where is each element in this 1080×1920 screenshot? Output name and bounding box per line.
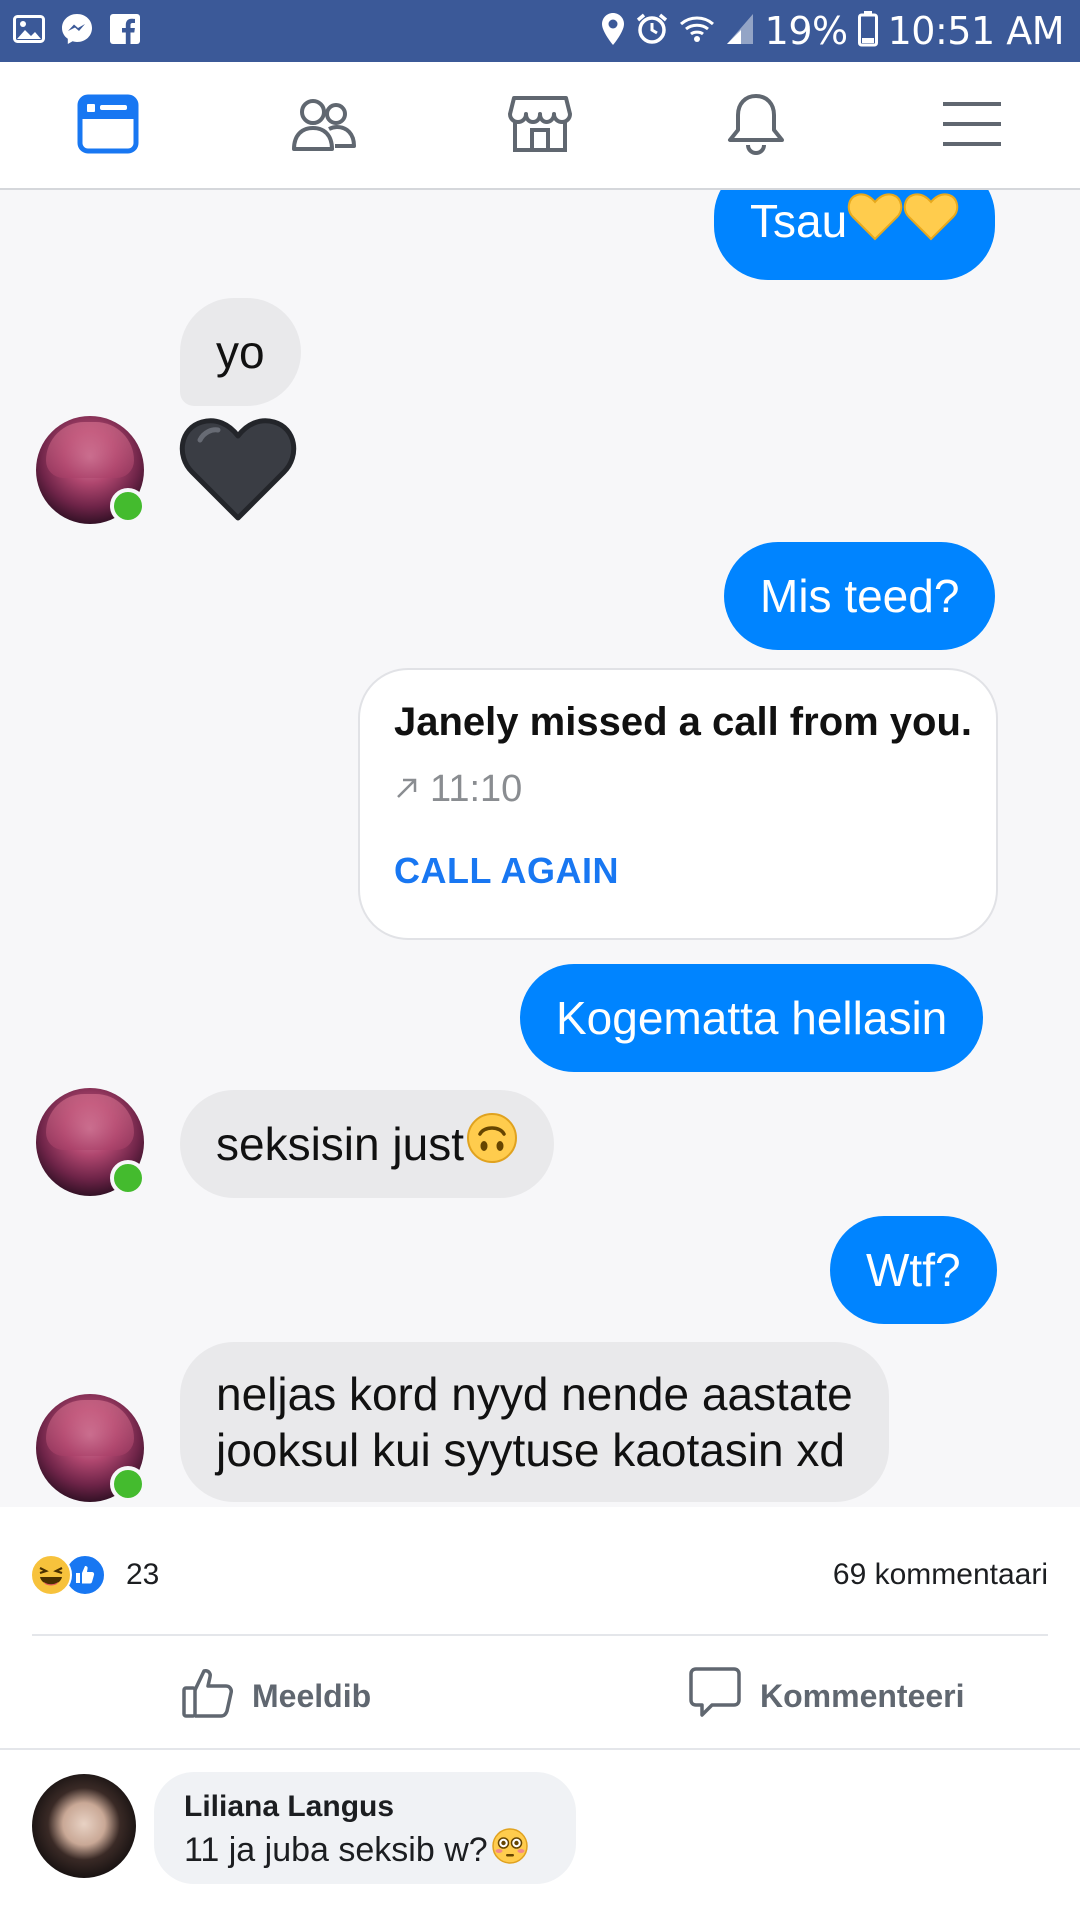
message-text: yo — [216, 326, 265, 378]
menu-icon — [943, 100, 1001, 153]
contact-avatar[interactable] — [36, 1394, 146, 1502]
call-again-button[interactable]: CALL AGAIN — [394, 850, 619, 892]
notifications-icon — [726, 92, 786, 161]
commenter-avatar[interactable] — [32, 1774, 136, 1878]
message-text-line: neljas kord nyyd nende aastate — [216, 1368, 853, 1420]
message-text: Kogematta hellasin — [556, 992, 948, 1044]
friends-icon — [291, 95, 357, 158]
message-outgoing: Wtf? — [830, 1216, 997, 1324]
message-incoming: neljas kord nyyd nende aastate jooksul k… — [180, 1342, 889, 1502]
message-text: Wtf? — [866, 1244, 961, 1296]
post-reactions-summary: 23 69 kommentaari — [0, 1510, 1080, 1634]
message-text-line: jooksul kui syytuse kaotasin xd — [216, 1424, 845, 1476]
nav-tab-marketplace[interactable] — [504, 90, 576, 162]
message-incoming: seksisin just — [180, 1090, 554, 1198]
wifi-icon — [679, 14, 715, 49]
like-button-label: Meeldib — [252, 1677, 372, 1714]
yellow-heart-emoji — [903, 191, 959, 252]
yellow-heart-emoji — [847, 191, 903, 252]
comment-count[interactable]: 69 kommentaari — [833, 1554, 1048, 1596]
reaction-count[interactable]: 23 — [126, 1554, 159, 1596]
contact-avatar[interactable] — [36, 416, 146, 524]
battery-icon — [857, 10, 878, 52]
comment-bubble-icon — [688, 1666, 742, 1726]
reaction-icons[interactable] — [30, 1554, 106, 1596]
comment-item: Liliana Langus 11 ja juba seksib w? — [0, 1750, 1080, 1920]
nav-tab-notifications[interactable] — [720, 90, 792, 162]
alarm-icon — [635, 12, 669, 51]
comment-text: 11 ja juba seksib w? — [184, 1828, 528, 1873]
haha-reaction-icon — [30, 1554, 72, 1596]
status-system-icons: 19% 10:51 AM — [601, 8, 1065, 54]
message-text: seksisin just — [216, 1118, 464, 1170]
messenger-notification-icon — [60, 12, 94, 46]
online-status-dot — [110, 1160, 146, 1196]
message-incoming: yo — [180, 298, 301, 406]
thumbs-up-icon — [182, 1666, 234, 1726]
call-card-title: Janely missed a call from you. — [394, 700, 973, 744]
post-action-bar: Meeldib Kommenteeri — [0, 1636, 1080, 1750]
online-status-dot — [110, 488, 146, 524]
outgoing-call-arrow-icon — [394, 768, 420, 811]
message-outgoing: Kogematta hellasin — [520, 964, 984, 1072]
call-card-time: 11:10 — [394, 768, 522, 811]
message-outgoing: Mis teed? — [724, 542, 996, 650]
location-icon — [601, 12, 625, 51]
marketplace-icon — [508, 94, 572, 159]
call-time-value: 11:10 — [430, 768, 523, 810]
battery-percent: 19% — [764, 9, 848, 53]
online-status-dot — [110, 1466, 146, 1502]
message-text: Mis teed? — [760, 570, 960, 622]
message-text: Tsau — [750, 195, 848, 247]
status-bar: 19% 10:51 AM — [0, 0, 1080, 62]
message-outgoing: Tsau — [714, 190, 996, 280]
contact-avatar[interactable] — [36, 1088, 146, 1196]
comment-bubble[interactable]: Liliana Langus 11 ja juba seksib w? — [154, 1772, 576, 1884]
clock: 10:51 AM — [887, 9, 1065, 53]
top-navigation-bar — [0, 62, 1080, 190]
black-heart-emoji — [178, 414, 298, 527]
commenter-name[interactable]: Liliana Langus — [184, 1790, 394, 1824]
gallery-notification-icon — [12, 12, 46, 46]
nav-tab-friends[interactable] — [288, 90, 360, 162]
like-button[interactable]: Meeldib — [182, 1666, 371, 1726]
nav-tab-news-feed[interactable] — [72, 90, 144, 162]
signal-icon — [725, 12, 755, 51]
missed-call-card: Janely missed a call from you. 11:10 CAL… — [358, 668, 998, 940]
upside-down-face-emoji — [466, 1112, 518, 1176]
status-notification-icons — [12, 12, 142, 46]
news-feed-icon — [77, 93, 139, 160]
facebook-notification-icon — [108, 12, 142, 46]
comment-button[interactable]: Kommenteeri — [688, 1666, 965, 1726]
comment-text-value: 11 ja juba seksib w? — [184, 1831, 488, 1869]
nav-tab-menu[interactable] — [936, 90, 1008, 162]
messenger-chat-screenshot[interactable]: Tsau yo Mis teed? Janely missed a call f… — [0, 190, 1080, 1507]
flushed-face-emoji — [491, 1828, 528, 1873]
comment-button-label: Kommenteeri — [760, 1677, 965, 1714]
